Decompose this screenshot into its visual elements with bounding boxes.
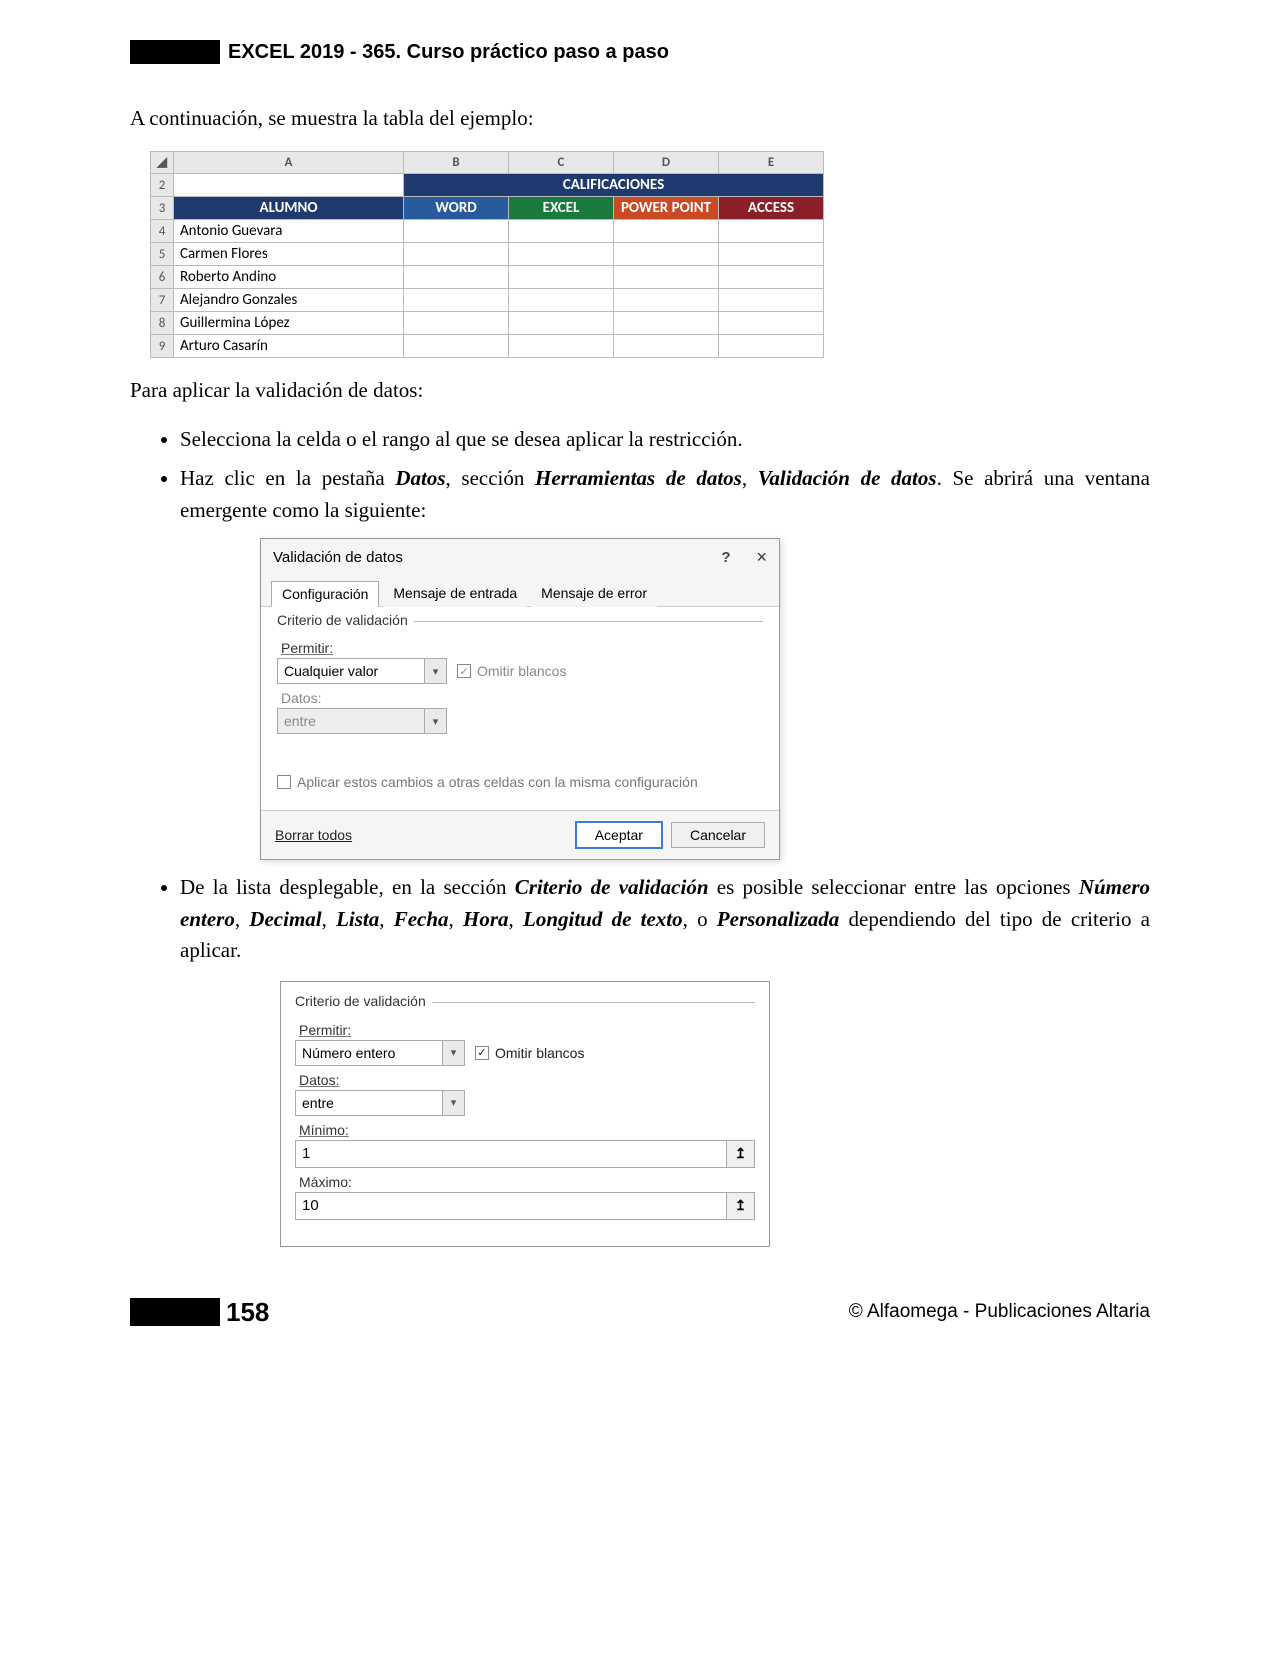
col-header: A <box>174 152 404 174</box>
chevron-down-icon: ▾ <box>442 1041 464 1065</box>
apply-checkbox[interactable] <box>277 775 291 789</box>
intro-text: A continuación, se muestra la tabla del … <box>130 104 1150 133</box>
permitir-select[interactable]: Número entero ▾ <box>295 1040 465 1066</box>
omitir-label: Omitir blancos <box>495 1045 584 1061</box>
datos-label: Datos: <box>281 690 763 706</box>
borrar-button[interactable]: Borrar todos <box>275 827 352 843</box>
maximo-label: Máximo: <box>299 1174 755 1190</box>
datos-select[interactable]: entre ▾ <box>295 1090 465 1116</box>
page-header: EXCEL 2019 - 365. Curso práctico paso a … <box>130 40 1150 64</box>
bullet-1: Selecciona la celda o el rango al que se… <box>180 424 1150 456</box>
powerpoint-header: POWER POINT <box>614 197 719 220</box>
ref-select-icon[interactable]: ↥ <box>727 1192 755 1220</box>
excel-table-screenshot: ◢ A B C D E 2 CALIFICACIONES 3 ALUMNO WO… <box>150 151 1150 358</box>
dialog-title: Validación de datos <box>273 549 403 566</box>
calificaciones-header: CALIFICACIONES <box>404 174 824 197</box>
aceptar-button[interactable]: Aceptar <box>575 821 663 849</box>
student-cell: Arturo Casarín <box>174 335 404 358</box>
row-header: 3 <box>151 197 174 220</box>
cell <box>174 174 404 197</box>
tab-mensaje-error[interactable]: Mensaje de error <box>531 581 657 607</box>
minimo-label: Mínimo: <box>299 1122 755 1138</box>
cancelar-button[interactable]: Cancelar <box>671 822 765 848</box>
criteria-box-screenshot: Criterio de validación Permitir: Número … <box>280 981 1150 1247</box>
row-header: 2 <box>151 174 174 197</box>
minimo-input[interactable]: 1 <box>295 1140 727 1168</box>
omitir-checkbox[interactable]: ✓ <box>457 664 471 678</box>
permitir-label: Permitir: <box>299 1022 755 1038</box>
page-number: 158 <box>226 1297 269 1328</box>
word-header: WORD <box>404 197 509 220</box>
col-header: B <box>404 152 509 174</box>
datos-select: entre ▾ <box>277 708 447 734</box>
footer-block <box>130 1298 220 1326</box>
datos-label: Datos: <box>299 1072 755 1088</box>
student-cell: Alejandro Gonzales <box>174 289 404 312</box>
bullet-2: Haz clic en la pestaña Datos, sección He… <box>180 463 1150 526</box>
omitir-label: Omitir blancos <box>477 663 566 679</box>
bullet-3: De la lista desplegable, en la sección C… <box>180 872 1150 967</box>
header-block <box>130 40 220 64</box>
excel-header: EXCEL <box>509 197 614 220</box>
copyright: © Alfaomega - Publicaciones Altaria <box>849 1301 1150 1323</box>
chevron-down-icon: ▾ <box>424 709 446 733</box>
tab-mensaje-entrada[interactable]: Mensaje de entrada <box>383 581 527 607</box>
col-header: E <box>719 152 824 174</box>
student-cell: Roberto Andino <box>174 266 404 289</box>
chevron-down-icon: ▾ <box>424 659 446 683</box>
validation-dialog-screenshot: Validación de datos ? × Configuración Me… <box>260 538 1150 860</box>
col-header: D <box>614 152 719 174</box>
maximo-input[interactable]: 10 <box>295 1192 727 1220</box>
close-icon[interactable]: × <box>756 547 767 568</box>
access-header: ACCESS <box>719 197 824 220</box>
criteria-legend: Criterio de validación <box>295 993 432 1009</box>
apply-label: Aplicar estos cambios a otras celdas con… <box>297 774 698 790</box>
student-cell: Carmen Flores <box>174 243 404 266</box>
permitir-select[interactable]: Cualquier valor ▾ <box>277 658 447 684</box>
col-header: C <box>509 152 614 174</box>
omitir-checkbox[interactable]: ✓ <box>475 1046 489 1060</box>
excel-corner: ◢ <box>151 152 174 174</box>
permitir-label: Permitir: <box>281 640 763 656</box>
student-cell: Antonio Guevara <box>174 220 404 243</box>
ref-select-icon[interactable]: ↥ <box>727 1140 755 1168</box>
alumno-header: ALUMNO <box>174 197 404 220</box>
page-footer: 158 © Alfaomega - Publicaciones Altaria <box>130 1297 1150 1328</box>
tab-configuracion[interactable]: Configuración <box>271 581 379 607</box>
help-icon[interactable]: ? <box>721 549 730 566</box>
chevron-down-icon: ▾ <box>442 1091 464 1115</box>
header-title: EXCEL 2019 - 365. Curso práctico paso a … <box>228 41 669 64</box>
fieldset-legend: Criterio de validación <box>277 612 414 628</box>
student-cell: Guillermina López <box>174 312 404 335</box>
para-validation: Para aplicar la validación de datos: <box>130 376 1150 405</box>
